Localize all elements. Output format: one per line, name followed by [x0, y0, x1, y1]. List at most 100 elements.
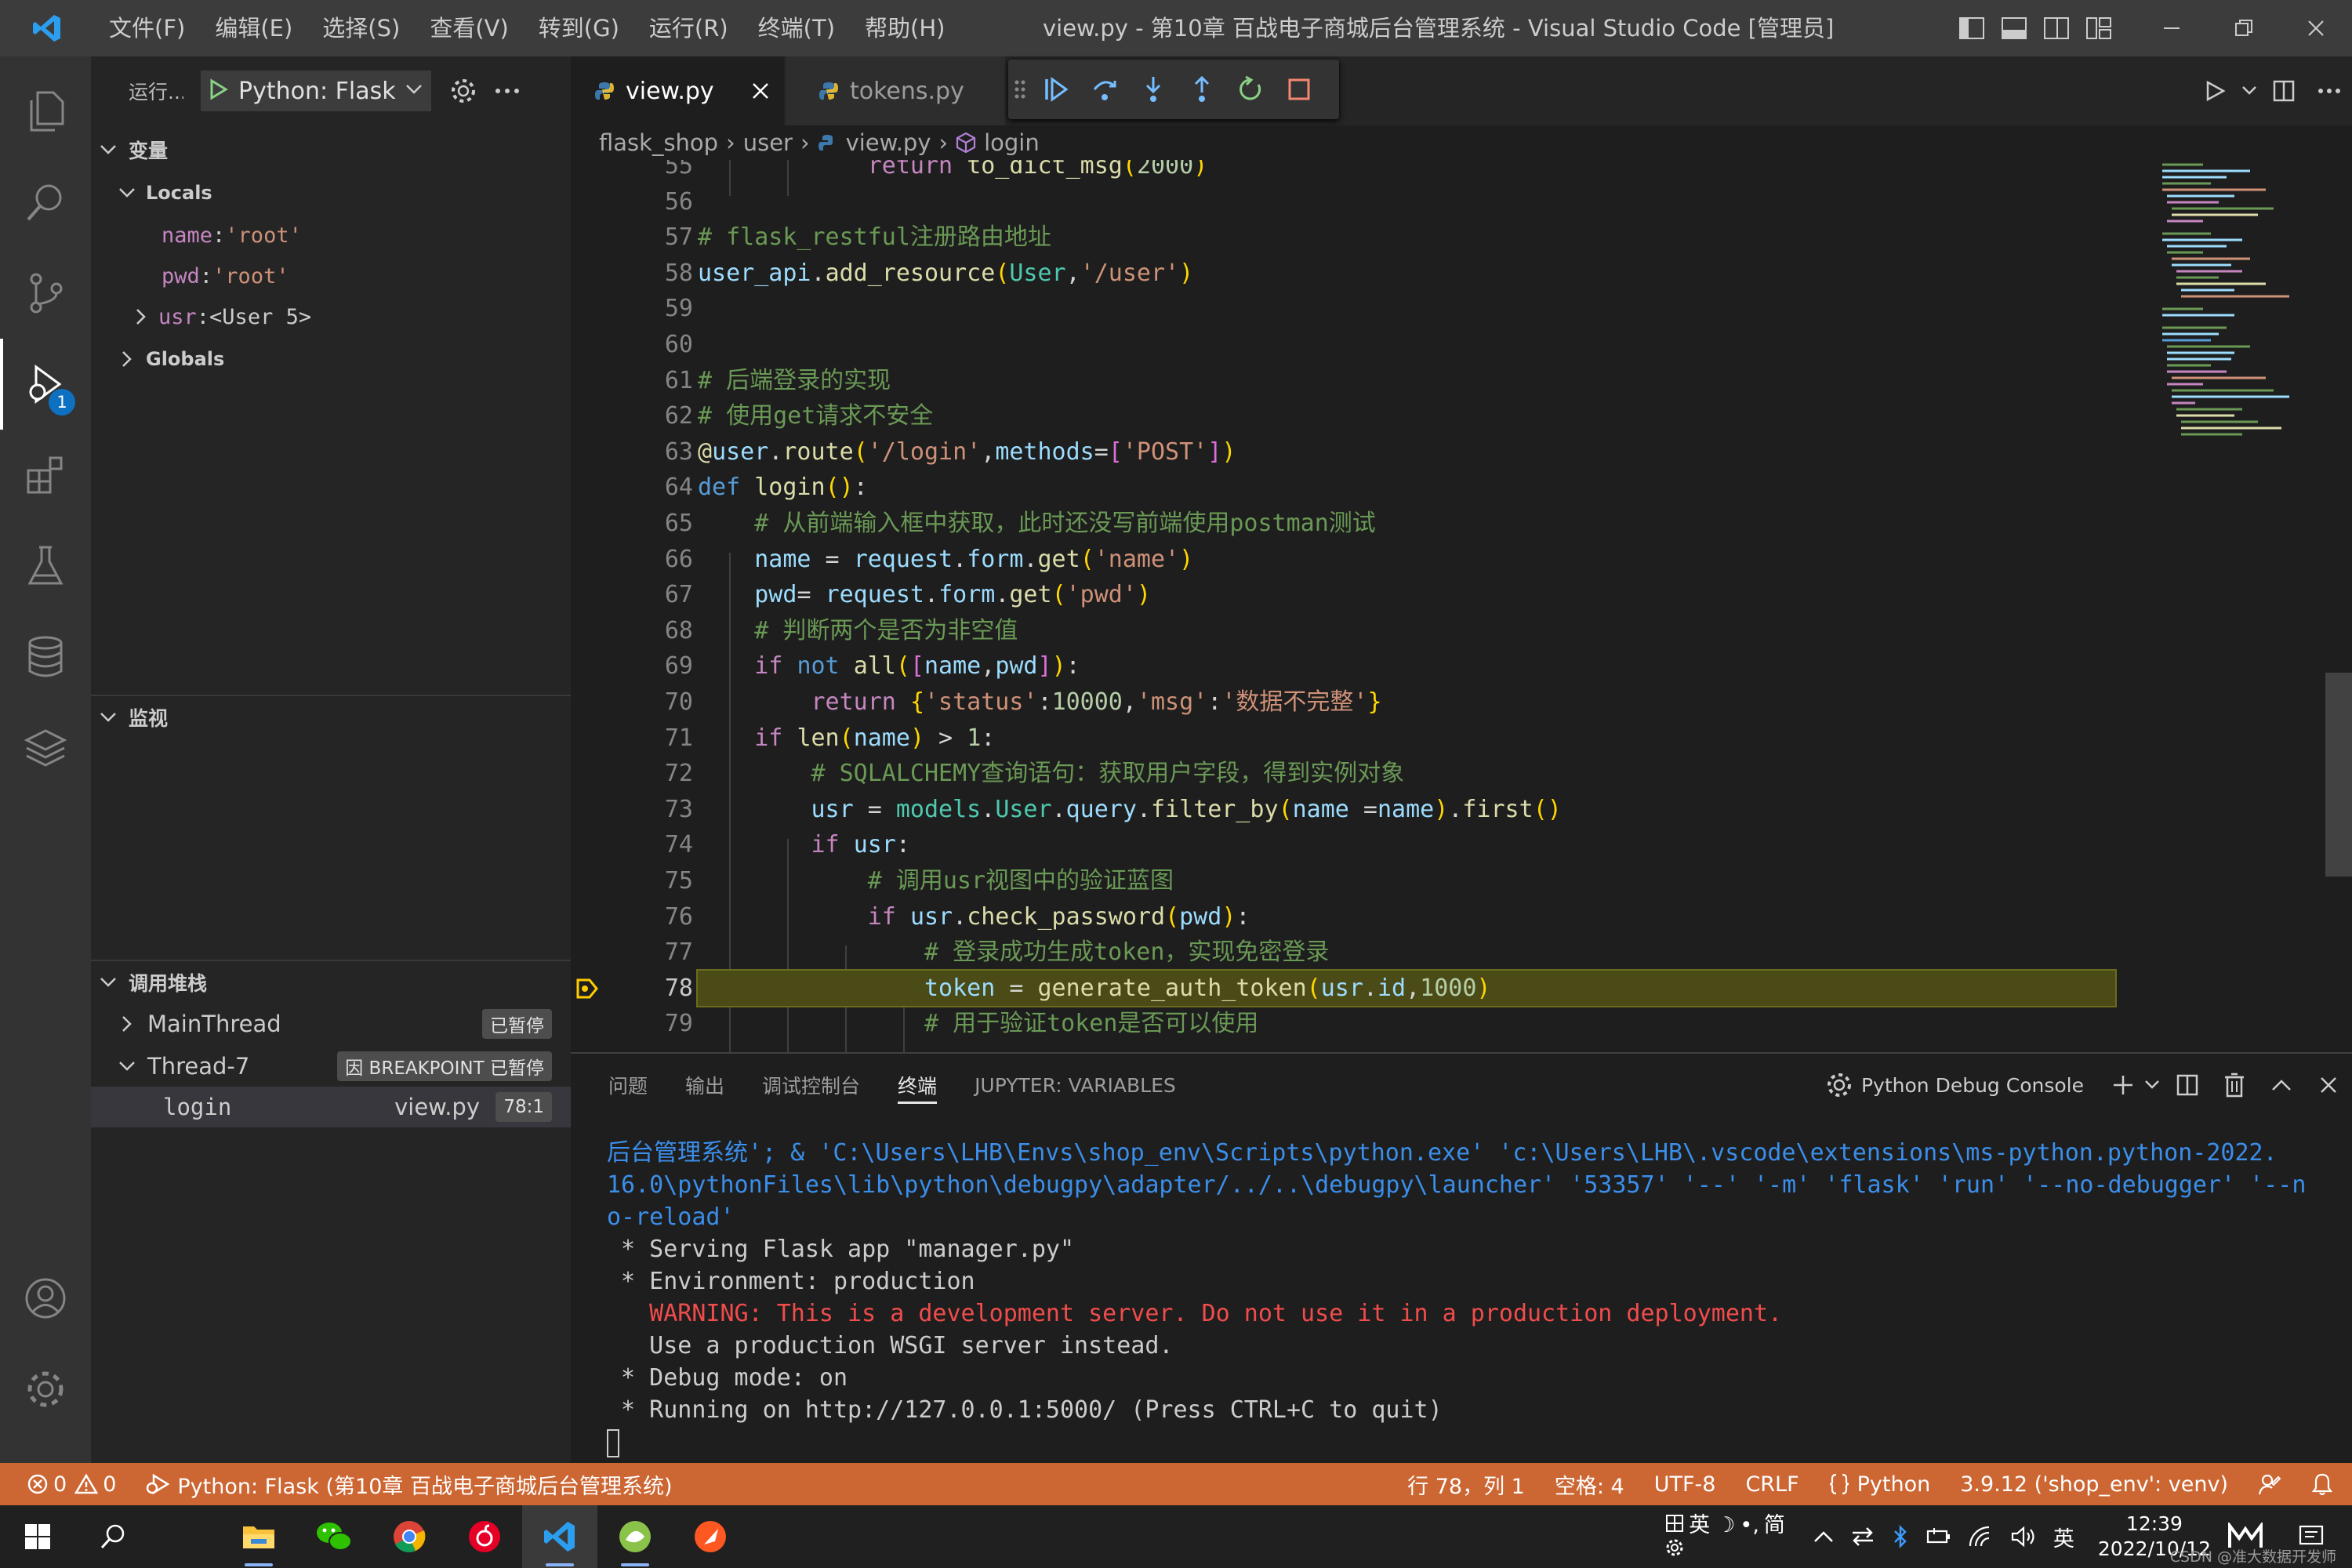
maximize-panel-icon[interactable]	[2258, 1054, 2305, 1116]
code-line[interactable]: 78 token = generate_auth_token(usr.id,10…	[571, 971, 2296, 1007]
menu-view[interactable]: 查看(V)	[415, 0, 523, 56]
code-line[interactable]: 64 def login():	[571, 470, 2296, 506]
stack-frame-row[interactable]: login view.py 78:1	[91, 1087, 571, 1127]
file-explorer-icon[interactable]	[221, 1505, 296, 1568]
close-panel-icon[interactable]	[2305, 1054, 2352, 1116]
line-number[interactable]: 73	[618, 792, 693, 828]
menu-help[interactable]: 帮助(H)	[850, 0, 960, 56]
terminal-cursor[interactable]	[607, 1426, 2339, 1458]
code-line[interactable]: 65 # 从前端输入框中获取，此时还没写前端使用postman测试	[571, 506, 2296, 542]
start-debugging-icon[interactable]	[209, 78, 229, 103]
code-line[interactable]: 61 # 后端登录的实现	[571, 363, 2296, 399]
wechat-icon[interactable]	[296, 1505, 372, 1568]
netease-music-icon[interactable]	[447, 1505, 522, 1568]
tab-terminal[interactable]: 终端	[898, 1054, 938, 1116]
network-transfer-icon[interactable]	[1851, 1526, 1875, 1547]
line-number[interactable]: 67	[618, 577, 693, 613]
line-number[interactable]: 59	[618, 291, 693, 327]
tab-view-py[interactable]: view.py	[571, 56, 784, 125]
tab-jupyter-variables[interactable]: JUPYTER: VARIABLES	[975, 1054, 1176, 1116]
line-number[interactable]: 76	[618, 899, 693, 935]
wifi-icon[interactable]	[1969, 1526, 1994, 1548]
toggle-primary-sidebar-icon[interactable]	[1951, 0, 1993, 56]
cursor-position[interactable]: 行 78，列 1	[1407, 1463, 1525, 1505]
variable-row[interactable]: usr: <User 5>	[91, 296, 571, 337]
customize-layout-icon[interactable]	[2078, 0, 2120, 56]
callstack-section-header[interactable]: 调用堆栈	[91, 961, 571, 1004]
account-icon[interactable]	[0, 1253, 91, 1344]
minimap[interactable]	[2156, 160, 2305, 474]
drag-handle-icon[interactable]	[1008, 60, 1032, 119]
chevron-right-icon[interactable]	[135, 307, 147, 326]
open-launch-json-gear-icon[interactable]	[444, 71, 483, 111]
line-number[interactable]: 58	[618, 256, 693, 292]
continue-icon[interactable]	[1032, 60, 1080, 119]
line-number[interactable]: 62	[618, 398, 693, 434]
code-line[interactable]: 71 if len(name) > 1:	[571, 720, 2296, 757]
terminal-name[interactable]: Python Debug Console	[1861, 1074, 2084, 1097]
toggle-secondary-sidebar-icon[interactable]	[2035, 0, 2078, 56]
testing-icon[interactable]	[0, 521, 91, 612]
restore-icon[interactable]	[2208, 0, 2280, 56]
flame-app-icon[interactable]	[673, 1505, 748, 1568]
indentation-status[interactable]: 空格: 4	[1555, 1463, 1624, 1505]
files-icon[interactable]	[0, 66, 91, 157]
layers-icon[interactable]	[0, 702, 91, 793]
volume-icon[interactable]	[2011, 1526, 2036, 1548]
scrollbar-thumb[interactable]	[2325, 673, 2352, 877]
watch-section-header[interactable]: 监视	[91, 696, 571, 739]
thread-row[interactable]: Thread-7 因 BREAKPOINT 已暂停	[91, 1046, 571, 1087]
breadcrumb-file[interactable]: view.py	[846, 129, 931, 156]
chrome-icon[interactable]	[372, 1505, 447, 1568]
tab-tokens-py[interactable]: tokens.py	[786, 56, 1005, 125]
code-line[interactable]: 77 # 登录成功生成token，实现免密登录	[571, 935, 2296, 971]
line-number[interactable]: 77	[618, 935, 693, 971]
menu-run[interactable]: 运行(R)	[634, 0, 743, 56]
line-number[interactable]: 78	[618, 971, 693, 1007]
terminal-output[interactable]: 后台管理系统'; & 'C:\Users\LHB\Envs\shop_env\S…	[607, 1137, 2339, 1458]
game-app-icon[interactable]	[597, 1505, 673, 1568]
database-icon[interactable]	[0, 612, 91, 702]
code-line[interactable]: 67 pwd= request.form.get('pwd')	[571, 577, 2296, 613]
line-number[interactable]: 65	[618, 506, 693, 542]
search-icon[interactable]	[75, 1505, 151, 1568]
menu-selection[interactable]: 选择(S)	[307, 0, 415, 56]
ime-indicator[interactable]: 英 ☽ •, 简	[1665, 1514, 1785, 1560]
tab-output[interactable]: 输出	[685, 1054, 724, 1116]
run-file-icon[interactable]	[2192, 56, 2238, 125]
code-line[interactable]: 55 return to_dict_msg(2000)	[571, 160, 2296, 184]
globals-scope[interactable]: Globals	[91, 339, 571, 379]
stop-icon[interactable]	[1275, 60, 1323, 119]
line-number[interactable]: 70	[618, 684, 693, 720]
split-editor-icon[interactable]	[2261, 56, 2307, 125]
breadcrumb-folder[interactable]: user	[743, 129, 793, 156]
toggle-panel-icon[interactable]	[1993, 0, 2035, 56]
code-line[interactable]: 57 # flask_restful注册路由地址	[571, 220, 2296, 256]
locals-scope[interactable]: Locals	[91, 172, 571, 213]
breadcrumb-folder[interactable]: flask_shop	[599, 129, 718, 156]
line-number[interactable]: 64	[618, 470, 693, 506]
close-icon[interactable]	[2280, 0, 2352, 56]
line-number[interactable]: 66	[618, 542, 693, 578]
launch-config-select[interactable]: Python: Flask	[201, 71, 431, 111]
code-editor[interactable]: 55 return to_dict_msg(2000) 56 57 # flask_r…	[571, 160, 2352, 1052]
notifications-bell-icon[interactable]	[2311, 1463, 2333, 1505]
feedback-icon[interactable]	[2258, 1463, 2281, 1505]
minimize-icon[interactable]	[2136, 0, 2208, 56]
more-actions-icon[interactable]	[2307, 56, 2352, 125]
code-line[interactable]: 74 if usr:	[571, 827, 2296, 863]
menu-terminal[interactable]: 终端(T)	[743, 0, 850, 56]
menu-edit[interactable]: 编辑(E)	[200, 0, 307, 56]
thread-row[interactable]: MainThread 已暂停	[91, 1004, 571, 1044]
code-line[interactable]: 58 user_api.add_resource(User,'/user')	[571, 256, 2296, 292]
code-line[interactable]: 79 # 用于验证token是否可以使用	[571, 1006, 2296, 1042]
line-number[interactable]: 69	[618, 648, 693, 684]
code-line[interactable]: 59	[571, 291, 2296, 327]
code-line[interactable]: 69 if not all([name,pwd]):	[571, 648, 2296, 684]
code-line[interactable]: 62 # 使用get请求不安全	[571, 398, 2296, 434]
source-control-icon[interactable]	[0, 248, 91, 339]
code-line[interactable]: 76 if usr.check_password(pwd):	[571, 899, 2296, 935]
battery-plug-icon[interactable]	[1926, 1526, 1951, 1547]
vscode-icon[interactable]	[522, 1505, 597, 1568]
code-line[interactable]: 60	[571, 327, 2296, 363]
